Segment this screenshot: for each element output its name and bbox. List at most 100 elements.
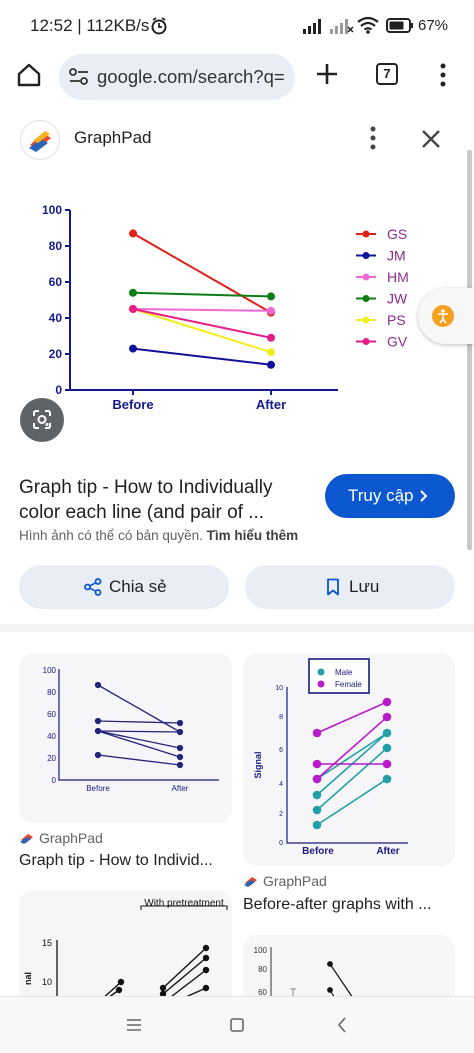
bookmark-icon — [327, 578, 339, 596]
legend-female: Female — [335, 680, 362, 689]
signal-2-icon — [330, 19, 354, 34]
legend-label: GV — [387, 334, 408, 350]
accessibility-icon — [432, 305, 454, 327]
data-point — [267, 333, 275, 342]
x-label-before: Before — [86, 784, 110, 793]
source-logo — [20, 120, 60, 160]
legend-marker — [362, 273, 370, 281]
learn-more-link[interactable]: Tìm hiểu thêm — [207, 528, 299, 543]
data-point — [267, 348, 275, 357]
chart-header: With pretreatment — [144, 898, 224, 909]
legend-entry-gv: GV — [356, 334, 408, 350]
data-point — [129, 288, 137, 297]
more-options-icon[interactable] — [369, 126, 377, 150]
share-button[interactable]: Chia sẻ — [19, 565, 229, 609]
lens-icon — [33, 410, 51, 429]
floating-assistant-button[interactable] — [418, 288, 474, 344]
source-name: GraphPad — [74, 128, 152, 147]
series-line — [132, 232, 272, 314]
y-tick-label: 100 — [42, 203, 62, 217]
chevron-right-icon — [420, 490, 428, 502]
y-tick-20: 20 — [47, 754, 56, 763]
y-tick-10: 10 — [275, 685, 283, 692]
chart-legend: GS JM HM JW PS GV — [356, 226, 409, 350]
home-nav-icon[interactable] — [230, 1018, 244, 1032]
y-tick-40: 40 — [47, 732, 56, 741]
home-icon[interactable] — [16, 62, 42, 88]
series-line — [132, 308, 272, 354]
series-line — [132, 291, 272, 298]
x-label-after: After — [376, 846, 399, 857]
legend-label: GS — [387, 226, 407, 242]
series-line — [132, 308, 272, 339]
related-image-1[interactable]: 0 20 40 60 80 100 Before After — [19, 653, 232, 823]
lens-search-button[interactable] — [20, 398, 64, 442]
y-tick-100: 100 — [43, 666, 57, 675]
related-1-title[interactable]: Graph tip - How to Individ... — [19, 852, 213, 870]
y-tick-80: 80 — [47, 688, 56, 697]
y-tick-100: 100 — [254, 946, 268, 955]
y-tick-label: 60 — [49, 275, 63, 289]
y-tick-0: 0 — [52, 776, 57, 785]
y-tick-label: 40 — [49, 311, 63, 325]
browser-toolbar: google.com/search?q= 7 — [0, 50, 474, 106]
chart-image[interactable]: 0 20 40 60 80 100 Before After GS JM HM JW PS GV — [20, 190, 420, 420]
graphpad-logo-icon — [20, 834, 33, 844]
x-tick-label: Before — [112, 397, 153, 412]
legend-label: JW — [387, 291, 408, 307]
scrollbar[interactable] — [467, 150, 472, 550]
new-tab-icon[interactable] — [316, 63, 338, 85]
y-tick-2: 2 — [279, 811, 283, 818]
data-point — [129, 229, 137, 238]
related-chart-3: With pretreatment 15 10 nal — [23, 898, 228, 1001]
y-tick-15: 15 — [42, 938, 52, 948]
legend-entry-gs: GS — [356, 226, 407, 242]
result-title-line2: color each line (and pair of ... — [19, 502, 265, 523]
battery-icon — [386, 18, 413, 33]
status-bar: 12:52 | 112KB/s 67% — [0, 0, 474, 50]
y-tick-0: 0 — [279, 840, 283, 847]
share-button-label: Chia sẻ — [109, 577, 167, 596]
related-2-source: GraphPad — [263, 873, 327, 889]
back-icon[interactable] — [337, 1017, 347, 1033]
y-tick-10: 10 — [42, 977, 52, 987]
section-divider — [0, 624, 474, 632]
result-title[interactable]: Graph tip - How to Individually color ea… — [19, 475, 319, 525]
wifi-icon — [357, 16, 379, 34]
chart-axes: 0 20 40 60 80 100 Before After — [42, 203, 338, 412]
close-icon[interactable] — [421, 129, 441, 149]
tab-switcher-button[interactable]: 7 — [376, 63, 398, 85]
related-image-2[interactable]: Male Female 0 2 4 6 8 10 Signal Before A… — [243, 653, 455, 866]
x-tick-label: After — [256, 397, 286, 412]
y-tick-label: 20 — [49, 347, 63, 361]
legend-entry-ps: PS — [356, 312, 406, 328]
signal-icon — [303, 19, 321, 34]
more-menu-icon[interactable] — [438, 63, 448, 87]
system-nav-bar — [0, 996, 474, 1053]
data-point — [267, 360, 275, 369]
data-point — [267, 292, 275, 301]
y-tick-label: 0 — [55, 383, 62, 397]
related-2-title[interactable]: Before-after graphs with ... — [243, 896, 432, 914]
visit-button[interactable]: Truy cập — [325, 474, 455, 518]
x-label-before: Before — [302, 846, 334, 857]
legend-marker — [362, 252, 370, 259]
battery-percent: 67% — [418, 17, 449, 34]
x-label-after: After — [172, 784, 189, 793]
legend-marker — [362, 316, 370, 324]
save-button[interactable]: Lưu — [245, 565, 455, 609]
y-tick-80: 80 — [258, 965, 267, 974]
data-point — [267, 306, 275, 315]
series-line — [132, 308, 272, 312]
legend-entry-jm: JM — [356, 248, 406, 264]
legend-male: Male — [335, 668, 353, 677]
status-time: 12:52 | 112KB/s — [30, 16, 150, 35]
recent-apps-icon[interactable] — [127, 1019, 141, 1031]
related-image-3[interactable]: With pretreatment 15 10 nal — [19, 890, 232, 1010]
site-settings-icon[interactable] — [69, 68, 89, 86]
address-bar[interactable]: google.com/search?q= — [59, 54, 295, 100]
legend-label: HM — [387, 269, 409, 285]
related-1-source: GraphPad — [39, 830, 103, 846]
legend-marker — [362, 230, 370, 238]
legend-label: PS — [387, 312, 406, 328]
